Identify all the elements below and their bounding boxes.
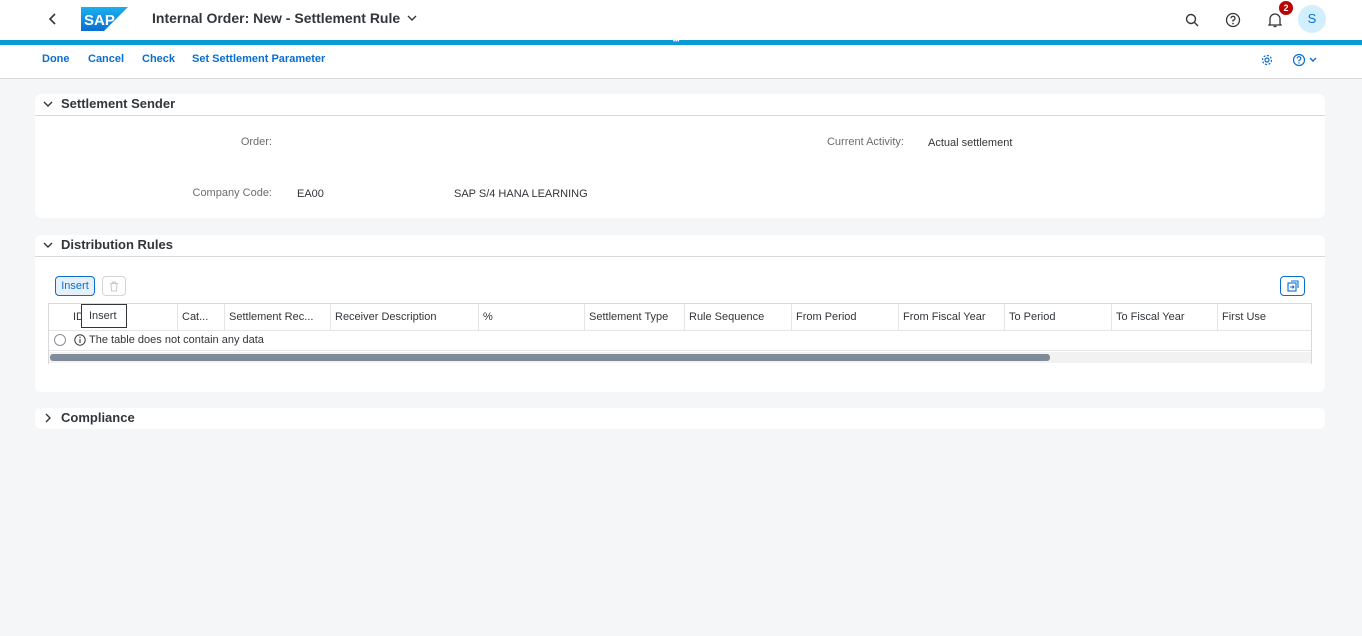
order-label: Order: bbox=[240, 136, 272, 148]
chevron-down-icon[interactable] bbox=[43, 99, 53, 109]
insert-button[interactable]: Insert bbox=[55, 276, 95, 296]
help-icon[interactable] bbox=[1222, 9, 1244, 31]
check-button[interactable]: Check bbox=[142, 53, 175, 65]
chevron-right-icon[interactable] bbox=[43, 413, 53, 423]
app-title-text: Internal Order: New - Settlement Rule bbox=[152, 10, 401, 26]
compliance-panel: Compliance bbox=[35, 408, 1325, 429]
panel-header: Distribution Rules bbox=[35, 235, 1325, 257]
column-header-rule-sequence[interactable]: Rule Sequence bbox=[684, 304, 791, 331]
trash-icon bbox=[110, 281, 118, 291]
app-title[interactable]: Internal Order: New - Settlement Rule bbox=[152, 10, 418, 26]
horizontal-scrollbar-thumb[interactable] bbox=[50, 354, 1050, 361]
empty-table-text: The table does not contain any data bbox=[89, 334, 264, 346]
column-header-category[interactable]: Cat... bbox=[177, 304, 224, 331]
help-menu-icon[interactable] bbox=[1292, 52, 1320, 68]
row-select-radio[interactable] bbox=[54, 334, 66, 346]
column-header-percent[interactable]: % bbox=[478, 304, 584, 331]
chevron-down-icon[interactable] bbox=[43, 240, 53, 250]
column-header-from-period[interactable]: From Period bbox=[791, 304, 898, 331]
empty-table-message: The table does not contain any data bbox=[74, 334, 264, 346]
back-icon[interactable] bbox=[44, 10, 62, 28]
column-header-to-fiscal-year[interactable]: To Fiscal Year bbox=[1111, 304, 1217, 331]
settlement-sender-panel: Settlement Sender Order: Current Activit… bbox=[35, 94, 1325, 218]
column-header-to-period[interactable]: To Period bbox=[1004, 304, 1111, 331]
table-header-row: ID Cat... Settlement Rec... Receiver Des… bbox=[49, 304, 1311, 331]
company-code-value: EA00 bbox=[297, 188, 324, 200]
current-activity-value: Actual settlement bbox=[928, 137, 1013, 149]
company-name-value: SAP S/4 HANA LEARNING bbox=[454, 188, 588, 200]
action-toolbar: Done Cancel Check Set Settlement Paramet… bbox=[0, 45, 1362, 79]
sap-logo[interactable]: SAP bbox=[81, 7, 128, 31]
info-icon bbox=[74, 334, 86, 346]
export-icon bbox=[1286, 280, 1299, 292]
column-header-first-use[interactable]: First Use bbox=[1217, 304, 1311, 331]
column-header-from-fiscal-year[interactable]: From Fiscal Year bbox=[898, 304, 1004, 331]
set-settlement-parameter-button[interactable]: Set Settlement Parameter bbox=[192, 53, 325, 65]
panel-title[interactable]: Compliance bbox=[61, 410, 135, 425]
insert-tooltip: Insert bbox=[81, 304, 127, 328]
current-activity-label: Current Activity: bbox=[826, 136, 904, 148]
settings-gear-icon[interactable] bbox=[1261, 52, 1273, 68]
delete-button bbox=[102, 276, 126, 296]
svg-text:SAP: SAP bbox=[84, 12, 115, 29]
done-button[interactable]: Done bbox=[42, 53, 70, 65]
distribution-rules-panel: Distribution Rules Insert ID Cat... Sett… bbox=[35, 235, 1325, 392]
shell-header: SAP Internal Order: New - Settlement Rul… bbox=[0, 0, 1362, 40]
panel-header: Settlement Sender bbox=[35, 94, 1325, 116]
table-row: The table does not contain any data bbox=[49, 331, 1311, 351]
search-icon[interactable] bbox=[1181, 9, 1203, 31]
company-code-label: Company Code: bbox=[192, 187, 273, 199]
panel-title[interactable]: Distribution Rules bbox=[61, 237, 173, 252]
column-header-settlement-receiver[interactable]: Settlement Rec... bbox=[224, 304, 330, 331]
distribution-rules-table: ID Cat... Settlement Rec... Receiver Des… bbox=[48, 303, 1312, 364]
panel-header: Compliance bbox=[35, 408, 1325, 429]
user-avatar[interactable]: S bbox=[1298, 5, 1326, 33]
notification-badge: 2 bbox=[1279, 1, 1293, 15]
column-header-settlement-type[interactable]: Settlement Type bbox=[584, 304, 684, 331]
panel-title[interactable]: Settlement Sender bbox=[61, 96, 175, 111]
column-header-receiver-description[interactable]: Receiver Description bbox=[330, 304, 478, 331]
cancel-button[interactable]: Cancel bbox=[88, 53, 124, 65]
chevron-down-icon bbox=[407, 15, 417, 21]
export-button[interactable] bbox=[1280, 276, 1305, 296]
